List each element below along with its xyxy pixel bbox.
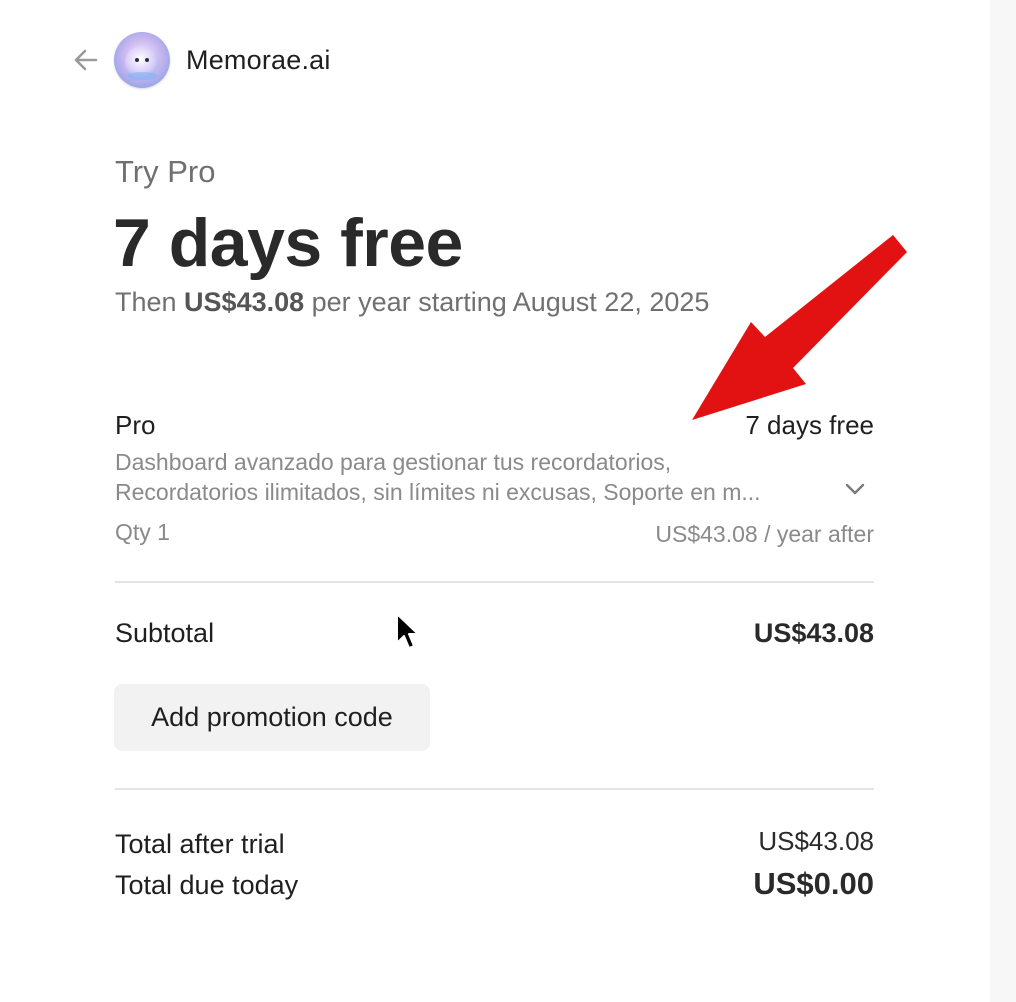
total-due-today-label: Total due today xyxy=(115,870,299,900)
divider xyxy=(115,581,874,583)
subline-suffix: per year starting August 22, 2025 xyxy=(304,287,710,317)
billing-subline: Then US$43.08 per year starting August 2… xyxy=(115,287,709,318)
subtotal-value: US$43.08 xyxy=(753,618,874,648)
add-promotion-code-button[interactable]: Add promotion code xyxy=(114,684,430,751)
expand-description-button[interactable] xyxy=(840,474,870,504)
line-item-name: Pro xyxy=(115,410,156,440)
line-item-after-price: US$43.08 / year after xyxy=(655,521,874,547)
arrow-left-icon xyxy=(74,49,98,71)
back-button[interactable] xyxy=(70,44,102,76)
divider xyxy=(115,788,874,790)
line-item-description-2: Recordatorios ilimitados, sin límites ni… xyxy=(115,479,761,505)
line-item-description-1: Dashboard avanzado para gestionar tus re… xyxy=(115,449,672,475)
line-item-quantity: Qty 1 xyxy=(115,519,170,545)
total-after-trial-label: Total after trial xyxy=(115,829,285,859)
brand-name: Memorae.ai xyxy=(186,44,331,75)
total-after-trial-value: US$43.08 xyxy=(758,826,874,856)
total-due-today-value: US$0.00 xyxy=(753,866,874,901)
red-arrow-annotation-icon xyxy=(692,235,907,420)
memorae-logo-icon xyxy=(114,32,170,88)
subline-price: US$43.08 xyxy=(184,287,305,317)
checkout-header: Memorae.ai xyxy=(70,30,331,90)
trial-headline: 7 days free xyxy=(113,205,463,281)
trial-label: Try Pro xyxy=(115,154,216,189)
subtotal-label: Subtotal xyxy=(115,618,215,648)
subline-prefix: Then xyxy=(115,287,185,317)
chevron-down-icon xyxy=(845,483,865,495)
mouse-cursor-icon xyxy=(396,613,419,649)
window-right-edge xyxy=(990,0,1016,1002)
